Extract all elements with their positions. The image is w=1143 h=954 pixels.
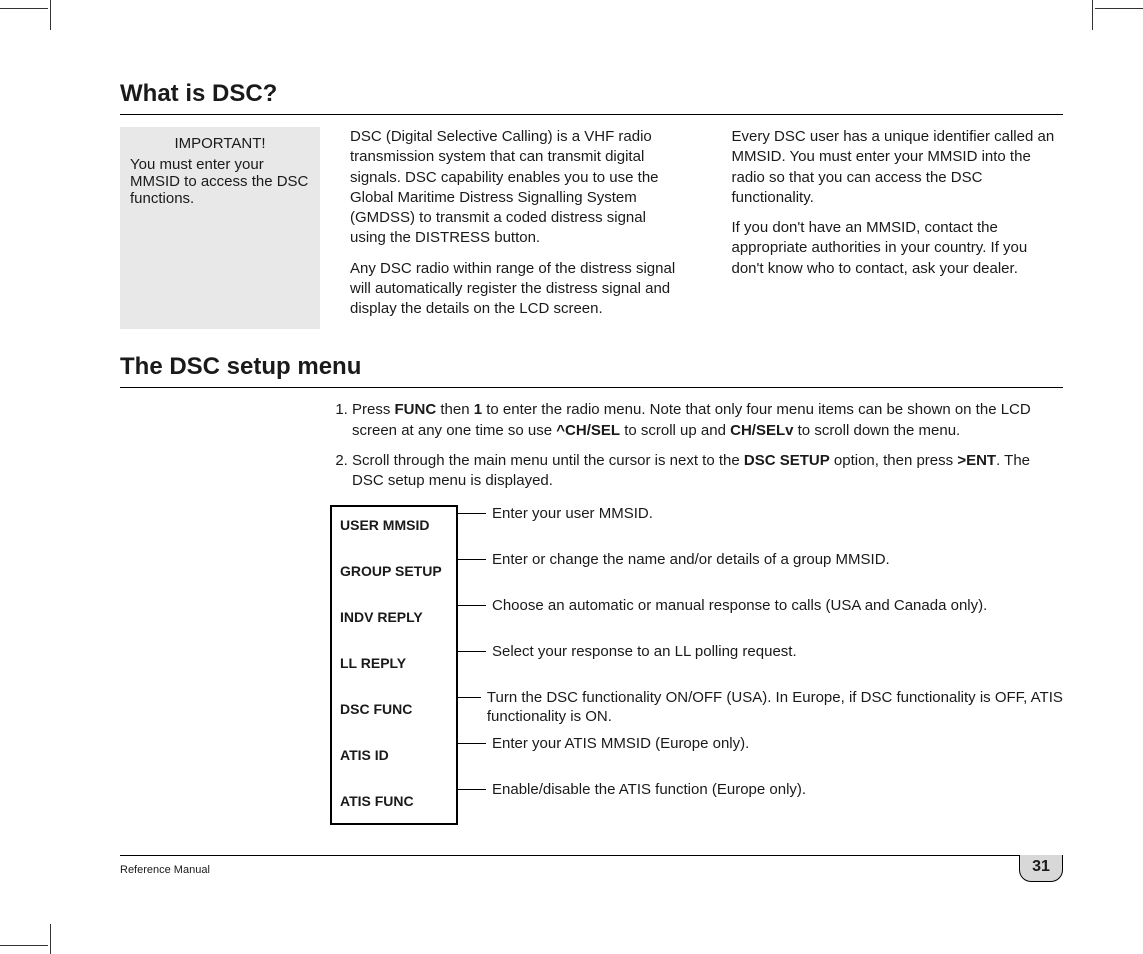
menu-diagram: USER MMSID GROUP SETUP INDV REPLY LL REP… [330,505,1063,825]
menu-item-dsc-func: DSC FUNC [340,701,448,747]
menu-item-atis-func: ATIS FUNC [340,793,448,813]
desc-atis-func: Enable/disable the ATIS function (Europe… [492,781,806,800]
intro-p4: If you don't have an MMSID, contact the … [732,218,1064,279]
lcd-menu-box: USER MMSID GROUP SETUP INDV REPLY LL REP… [330,505,458,825]
intro-p1: DSC (Digital Selective Calling) is a VHF… [350,127,682,249]
crop-mark [1092,0,1103,30]
desc-row: Enter your ATIS MMSID (Europe only). [458,735,1063,781]
step-1: Press FUNC then 1 to enter the radio men… [352,400,1063,441]
heading-what-is-dsc: What is DSC? [120,80,1063,115]
menu-item-ll-reply: LL REPLY [340,655,448,701]
crop-mark [40,924,51,954]
menu-item-indv-reply: INDV REPLY [340,609,448,655]
intro-columns: DSC (Digital Selective Calling) is a VHF… [350,127,1063,329]
desc-row: Choose an automatic or manual response t… [458,597,1063,643]
leader-line [458,513,486,514]
manual-page: What is DSC? IMPORTANT! You must enter y… [0,0,1143,954]
intro-p3: Every DSC user has a unique identifier c… [732,127,1064,208]
intro-col-2: Every DSC user has a unique identifier c… [732,127,1064,329]
desc-row: Enter your user MMSID. [458,505,1063,551]
desc-atis-id: Enter your ATIS MMSID (Europe only). [492,735,749,754]
crop-mark [0,8,48,9]
intro-col-1: DSC (Digital Selective Calling) is a VHF… [350,127,682,329]
leader-line [458,651,486,652]
desc-ll-reply: Select your response to an LL polling re… [492,643,797,662]
leader-line [458,605,486,606]
desc-dsc-func: Turn the DSC functionality ON/OFF (USA).… [487,689,1063,727]
desc-user-mmsid: Enter your user MMSID. [492,505,653,524]
page-footer: Reference Manual 31 [120,855,1063,882]
menu-item-atis-id: ATIS ID [340,747,448,793]
desc-row: Enter or change the name and/or details … [458,551,1063,597]
important-title: IMPORTANT! [130,135,310,152]
menu-item-group-setup: GROUP SETUP [340,563,448,609]
leader-line [458,743,486,744]
leader-line [458,789,486,790]
intro-row: IMPORTANT! You must enter your MMSID to … [120,127,1063,329]
crop-mark [0,945,48,946]
crop-mark [40,0,51,30]
menu-item-user-mmsid: USER MMSID [340,517,448,563]
footer-label: Reference Manual [120,864,210,876]
desc-row: Select your response to an LL polling re… [458,643,1063,689]
desc-indv-reply: Choose an automatic or manual response t… [492,597,987,616]
heading-dsc-setup-menu: The DSC setup menu [120,353,1063,388]
desc-row: Turn the DSC functionality ON/OFF (USA).… [458,689,1063,735]
step-2: Scroll through the main menu until the c… [352,451,1063,492]
leader-line [458,559,486,560]
important-body: You must enter your MMSID to access the … [130,156,310,207]
intro-p2: Any DSC radio within range of the distre… [350,259,682,320]
page-number: 31 [1019,855,1063,882]
leader-line [458,697,481,698]
instruction-list: Press FUNC then 1 to enter the radio men… [330,400,1063,491]
menu-descriptions: Enter your user MMSID. Enter or change t… [458,505,1063,825]
desc-row: Enable/disable the ATIS function (Europe… [458,781,1063,801]
desc-group-setup: Enter or change the name and/or details … [492,551,890,570]
important-callout: IMPORTANT! You must enter your MMSID to … [120,127,320,329]
